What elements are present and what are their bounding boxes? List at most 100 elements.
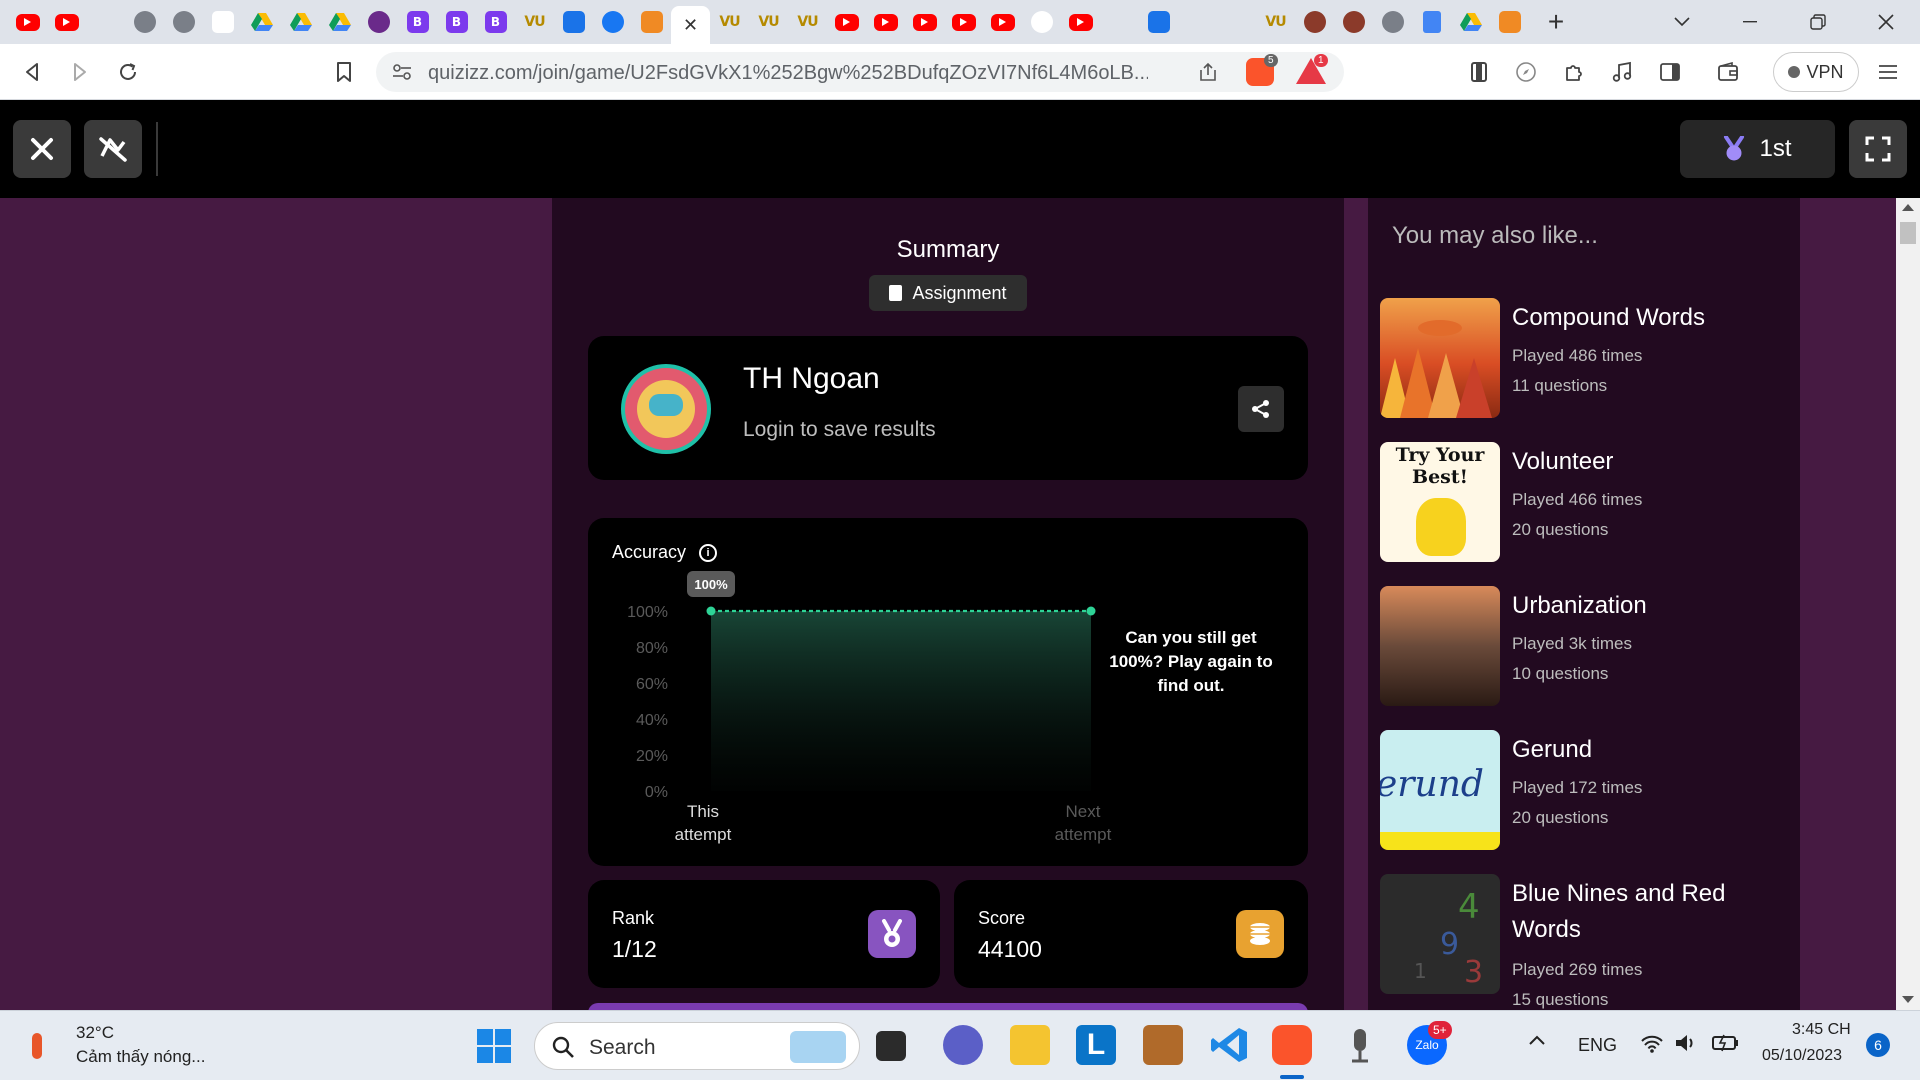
tab-search-chevron-icon[interactable] [1648,0,1716,44]
tab-speaker[interactable] [1100,0,1139,44]
tab-chat[interactable] [359,0,398,44]
scroll-down-arrow-icon[interactable] [1902,996,1914,1003]
site-settings-icon[interactable] [390,60,414,84]
volume-icon[interactable] [1674,1033,1698,1058]
tab-app[interactable] [1490,0,1529,44]
tab-translate[interactable] [554,0,593,44]
wifi-icon[interactable] [1640,1033,1664,1058]
tab-triangle[interactable] [1178,0,1217,44]
recommendation-item[interactable]: Urbanization Played 3k times 10 questions [1380,586,1800,706]
fullscreen-button[interactable] [1849,120,1907,178]
microphone-app-icon[interactable] [1340,1025,1380,1065]
extensions-puzzle-icon[interactable] [1558,56,1590,88]
tab-youtube[interactable] [1061,0,1100,44]
recommendation-item[interactable]: Try Your Best! Volunteer Played 466 times 2… [1380,442,1800,562]
share-button[interactable] [1238,386,1284,432]
file-explorer-icon[interactable] [1010,1025,1050,1065]
recommendation-thumbnail[interactable]: erund [1380,730,1500,850]
wallet-card-icon[interactable] [1463,56,1495,88]
recommendation-title[interactable]: Blue Nines and Red Words [1512,876,1772,948]
weather-description[interactable]: Cảm thấy nóng... [76,1047,205,1067]
minimize-button[interactable] [1716,0,1784,44]
tab-youtube[interactable] [944,0,983,44]
vpn-button[interactable]: VPN [1773,52,1859,92]
wallet-icon[interactable] [1712,56,1744,88]
tab-vu[interactable]: VU [1256,0,1295,44]
sidebar-toggle-icon[interactable] [1654,56,1686,88]
rank-badge[interactable]: 1st [1680,120,1835,178]
recommendation-title[interactable]: Gerund [1512,732,1772,768]
tab-youtube[interactable] [905,0,944,44]
tab-globe[interactable] [164,0,203,44]
tab-globe[interactable] [1373,0,1412,44]
vscode-icon[interactable] [1209,1025,1249,1065]
tab-avatar[interactable] [1295,0,1334,44]
start-button[interactable] [477,1029,511,1063]
game-app-icon[interactable] [1143,1025,1183,1065]
tab-b[interactable]: B [476,0,515,44]
forward-arrow-icon[interactable] [64,56,96,88]
tray-chevron-up-icon[interactable] [1528,1033,1546,1051]
recommendation-thumbnail[interactable] [1380,298,1500,418]
powerups-off-button[interactable] [84,120,142,178]
tab-ai[interactable] [1139,0,1178,44]
tab-close-icon[interactable]: ✕ [683,15,698,36]
tab-avatar[interactable] [1334,0,1373,44]
tab-active-quizizz[interactable]: ✕ [671,6,710,44]
new-tab-button[interactable]: + [1540,6,1572,38]
compass-icon[interactable] [1510,56,1542,88]
restore-button[interactable] [1784,0,1852,44]
tab-youtube[interactable] [983,0,1022,44]
back-arrow-icon[interactable] [16,56,48,88]
tab-google-drive[interactable] [281,0,320,44]
recommendation-item[interactable]: 4 9 3 1 Blue Nines and Red Words Played 269 t… [1380,874,1800,1009]
teams-chat-icon[interactable] [943,1025,983,1065]
share-page-icon[interactable] [1196,60,1220,84]
clock-time[interactable]: 3:45 CH [1792,1021,1851,1039]
language-indicator[interactable]: ENG [1578,1035,1617,1056]
battery-icon[interactable] [1712,1033,1740,1058]
tab-youtube[interactable] [827,0,866,44]
tab-vu[interactable]: VU [710,0,749,44]
recommendation-thumbnail[interactable]: Try Your Best! [1380,442,1500,562]
tab-google-drive[interactable] [320,0,359,44]
close-quiz-button[interactable] [13,120,71,178]
brave-browser-icon[interactable] [1272,1025,1312,1065]
url-text[interactable]: quizizz.com/join/game/U2FsdGVkX1%252Bgw%… [428,62,1148,85]
recommendation-title[interactable]: Urbanization [1512,588,1772,624]
media-music-icon[interactable] [1606,56,1638,88]
clock-date[interactable]: 05/10/2023 [1762,1047,1842,1065]
tab-code[interactable] [86,0,125,44]
weather-thermometer-icon[interactable] [32,1033,42,1059]
tab-youtube[interactable] [47,0,86,44]
tab-youtube[interactable] [8,0,47,44]
recommendation-thumbnail[interactable]: 493 1 [1380,874,1500,994]
weather-temperature[interactable]: 32°C [76,1023,114,1043]
tab-google-drive[interactable] [242,0,281,44]
tab-docs[interactable] [1412,0,1451,44]
login-prompt-link[interactable]: Login to save results [743,418,936,442]
tab-google-drive[interactable] [1451,0,1490,44]
tab-app[interactable] [632,0,671,44]
close-window-button[interactable] [1852,0,1920,44]
taskbar-search[interactable]: Search [534,1022,860,1070]
menu-hamburger-icon[interactable] [1872,56,1904,88]
recommendation-title[interactable]: Volunteer [1512,444,1772,480]
l-app-icon[interactable]: L [1076,1025,1116,1065]
reload-icon[interactable] [112,56,144,88]
tab-globe[interactable] [125,0,164,44]
notification-badge[interactable]: 6 [1866,1033,1890,1057]
scrollbar-thumb[interactable] [1900,222,1916,244]
address-bar[interactable]: quizizz.com/join/game/U2FsdGVkX1%252Bgw%… [376,52,1344,92]
scroll-up-arrow-icon[interactable] [1902,204,1914,211]
page-scrollbar[interactable] [1896,198,1920,1010]
tab-vu[interactable]: VU [515,0,554,44]
tab-vu[interactable]: VU [788,0,827,44]
tab-b[interactable]: B [437,0,476,44]
recommendation-title[interactable]: Compound Words [1512,300,1772,336]
tab-google[interactable] [1022,0,1061,44]
bookmark-icon[interactable] [328,56,360,88]
recommendation-item[interactable]: Compound Words Played 486 times 11 questio… [1380,298,1800,418]
tab-vu[interactable]: VU [749,0,788,44]
recommendation-item[interactable]: erund Gerund Played 172 times 20 questions [1380,730,1800,850]
